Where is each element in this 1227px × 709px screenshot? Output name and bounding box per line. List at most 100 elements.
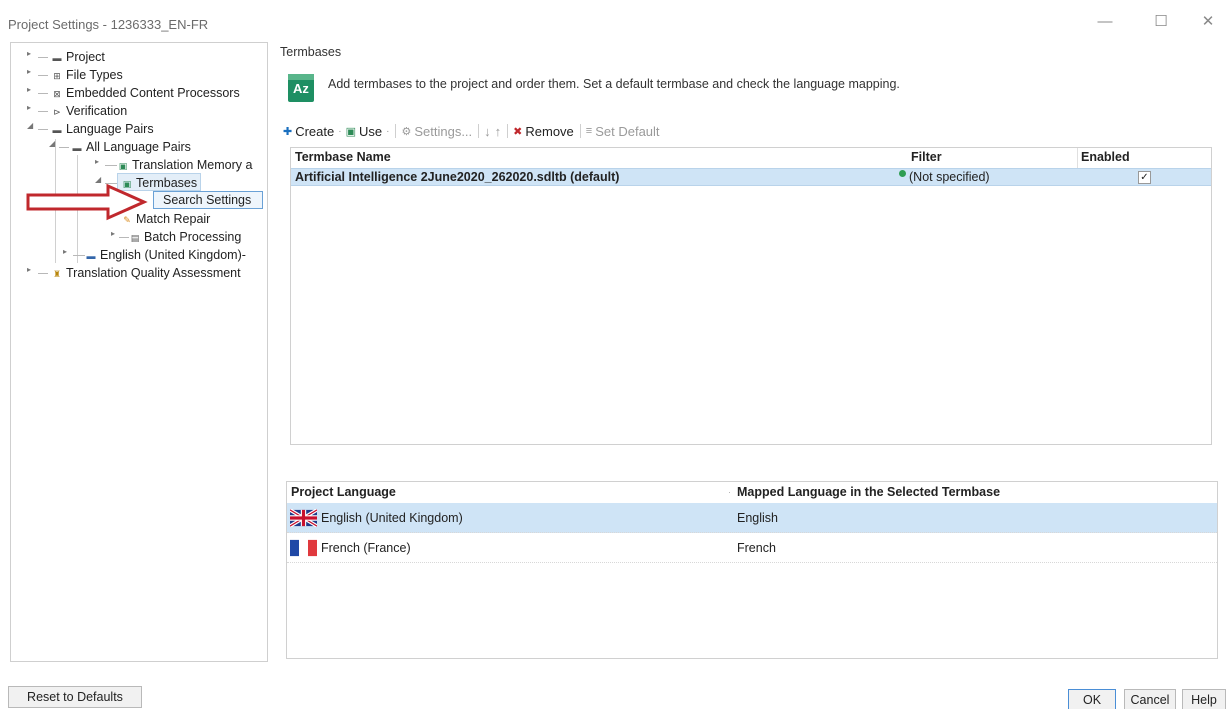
remove-button[interactable]: ✖ Remove bbox=[513, 124, 574, 139]
move-up-button[interactable]: ↑ bbox=[495, 124, 502, 139]
tree-item-embedded-content[interactable]: ⊠ Embedded Content Processors bbox=[51, 84, 240, 102]
tree-item-label: Verification bbox=[66, 104, 128, 118]
tree-item-translation-memory[interactable]: ▣ Translation Memory a bbox=[117, 156, 253, 174]
settings-button[interactable]: ⚙ Settings... bbox=[401, 124, 472, 139]
tree-item-label: Project bbox=[66, 50, 105, 64]
tree-item-language-pairs[interactable]: ▬ Language Pairs bbox=[51, 120, 154, 138]
toolbar-separator bbox=[579, 124, 581, 138]
language-pair-icon: ▬ bbox=[86, 251, 96, 261]
set-default-label: Set Default bbox=[595, 123, 660, 139]
tree-connector bbox=[105, 165, 117, 166]
tree-connector bbox=[38, 57, 48, 58]
table-row[interactable]: English (United Kingdom) English bbox=[287, 503, 1217, 533]
use-button[interactable]: ▣ Use bbox=[346, 124, 383, 139]
maximize-button[interactable]: ☐ bbox=[1151, 12, 1171, 32]
column-header-termbase-name[interactable]: Termbase Name bbox=[295, 148, 391, 167]
create-button[interactable]: ✚ Create bbox=[283, 124, 334, 139]
dropdown-dot-icon[interactable]: · bbox=[386, 126, 389, 137]
project-language-cell: English (United Kingdom) bbox=[321, 511, 463, 525]
remove-x-icon: ✖ bbox=[513, 125, 523, 138]
enabled-checkbox[interactable]: ✓ bbox=[1138, 171, 1151, 184]
tree-connector bbox=[38, 75, 48, 76]
page-description: Add termbases to the project and order t… bbox=[328, 77, 900, 91]
ok-button[interactable]: OK bbox=[1068, 689, 1116, 709]
close-button[interactable]: ✕ bbox=[1198, 12, 1218, 32]
toolbar-separator bbox=[395, 124, 397, 138]
tqa-icon: ♜ bbox=[52, 269, 62, 279]
tree-item-batch-processing[interactable]: ▤ Batch Processing bbox=[129, 228, 242, 246]
tree-connector bbox=[38, 93, 48, 94]
cancel-button[interactable]: Cancel bbox=[1124, 689, 1176, 709]
settings-tree: ▸ ▬ Project ▸ ⊞ File Types ▸ ⊠ Embedded Con… bbox=[10, 42, 268, 662]
tree-connector bbox=[38, 273, 48, 274]
tree-item-verification[interactable]: ⊳ Verification bbox=[51, 102, 127, 120]
status-ok-icon bbox=[899, 170, 906, 177]
tree-item-label: English (United Kingdom)- bbox=[100, 248, 246, 262]
help-button[interactable]: Help bbox=[1182, 689, 1226, 709]
title-bar: Project Settings - 1236333_EN-FR — ☐ ✕ bbox=[0, 0, 1227, 38]
expand-arrow-icon[interactable]: ▸ bbox=[95, 157, 99, 166]
tree-connector bbox=[59, 147, 69, 148]
collapse-arrow-icon[interactable]: ◢ bbox=[27, 121, 33, 130]
window-title: Project Settings - 1236333_EN-FR bbox=[8, 17, 209, 32]
tree-connector bbox=[73, 255, 85, 256]
expand-arrow-icon[interactable]: ▸ bbox=[27, 103, 31, 112]
tree-item-file-types[interactable]: ⊞ File Types bbox=[51, 66, 123, 84]
termbase-icon: ▣ bbox=[345, 125, 356, 138]
language-mapping-table: Project Language · Mapped Language in th… bbox=[286, 481, 1218, 659]
project-icon: ▬ bbox=[52, 53, 62, 63]
set-default-button[interactable]: ≡ Set Default bbox=[586, 124, 660, 139]
column-header-project-language[interactable]: Project Language bbox=[291, 482, 396, 502]
table-row[interactable]: French (France) French bbox=[287, 533, 1217, 563]
column-header-enabled[interactable]: Enabled bbox=[1081, 148, 1130, 167]
expand-arrow-icon[interactable]: ▸ bbox=[111, 229, 115, 238]
expand-arrow-icon[interactable]: ▸ bbox=[27, 67, 31, 76]
dropdown-dot-icon[interactable]: · bbox=[338, 126, 341, 137]
tree-item-english-uk-pair[interactable]: ▬ English (United Kingdom)- bbox=[85, 246, 246, 264]
tree-item-label: Translation Memory a bbox=[132, 158, 253, 172]
tree-item-label: Embedded Content Processors bbox=[66, 86, 240, 100]
expand-arrow-icon[interactable]: ▸ bbox=[27, 49, 31, 58]
filter-value: (Not specified) bbox=[909, 170, 990, 184]
mapped-language-cell[interactable]: English bbox=[737, 503, 778, 533]
create-label: Create bbox=[295, 123, 335, 139]
france-flag-icon bbox=[290, 539, 317, 557]
tree-item-label: Translation Quality Assessment bbox=[66, 266, 241, 280]
batch-processing-icon: ▤ bbox=[130, 233, 140, 243]
termbase-az-icon: Az bbox=[288, 74, 314, 102]
termbase-name-cell: Artificial Intelligence 2June2020_262020… bbox=[295, 170, 620, 184]
tree-connector bbox=[38, 111, 48, 112]
expand-arrow-icon[interactable]: ▸ bbox=[27, 85, 31, 94]
use-label: Use bbox=[359, 123, 383, 139]
toolbar-separator bbox=[478, 124, 480, 138]
tree-item-label: All Language Pairs bbox=[86, 140, 191, 154]
tree-connector bbox=[38, 129, 48, 130]
mapped-language-cell[interactable]: French bbox=[737, 533, 776, 563]
tree-connector bbox=[119, 237, 129, 238]
column-header-filter[interactable]: Filter bbox=[911, 148, 942, 167]
plus-icon: ✚ bbox=[283, 125, 293, 138]
expand-arrow-icon[interactable]: ▸ bbox=[63, 247, 67, 256]
termbase-table: Termbase Name Filter Enabled Artificial … bbox=[290, 147, 1212, 445]
reset-to-defaults-button[interactable]: Reset to Defaults bbox=[8, 686, 142, 708]
settings-label: Settings... bbox=[414, 123, 473, 139]
table-row[interactable]: Artificial Intelligence 2June2020_262020… bbox=[291, 168, 1211, 186]
list-icon: ≡ bbox=[585, 125, 593, 137]
red-arrow-annotation bbox=[26, 183, 148, 221]
tree-item-project[interactable]: ▬ Project bbox=[51, 48, 105, 66]
move-down-button[interactable]: ↓ bbox=[484, 124, 491, 139]
column-header-mapped-language[interactable]: Mapped Language in the Selected Termbase bbox=[737, 482, 1000, 502]
remove-label: Remove bbox=[525, 123, 574, 139]
filter-cell[interactable]: (Not specified) bbox=[899, 169, 990, 187]
tree-item-label: Language Pairs bbox=[66, 122, 154, 136]
verification-icon: ⊳ bbox=[53, 107, 61, 117]
tree-item-tqa[interactable]: ♜ Translation Quality Assessment bbox=[51, 264, 241, 282]
expand-arrow-icon[interactable]: ▸ bbox=[27, 265, 31, 274]
tree-item-search-settings[interactable]: Search Settings bbox=[153, 191, 263, 209]
minimize-button[interactable]: — bbox=[1095, 12, 1115, 32]
tree-item-all-language-pairs[interactable]: ▬ All Language Pairs bbox=[71, 138, 191, 156]
column-resize-handle[interactable]: · bbox=[728, 482, 731, 502]
file-types-icon: ⊞ bbox=[53, 71, 61, 81]
collapse-arrow-icon[interactable]: ◢ bbox=[49, 139, 55, 148]
language-pairs-icon: ▬ bbox=[72, 143, 82, 153]
